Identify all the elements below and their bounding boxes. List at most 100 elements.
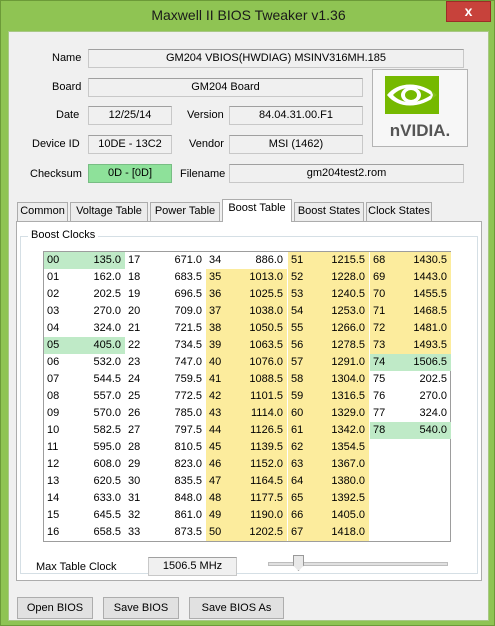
boost-clock-value-cell[interactable]: 823.0 [154, 456, 206, 473]
boost-clock-value-cell[interactable]: 1468.5 [399, 303, 451, 320]
boost-clock-value-cell[interactable]: 270.0 [399, 388, 451, 405]
boost-clock-value-cell[interactable]: 570.0 [73, 405, 125, 422]
boost-clock-value-cell[interactable]: 1114.0 [235, 405, 287, 422]
board-field[interactable]: GM204 Board [88, 78, 363, 97]
boost-clock-value-cell[interactable]: 1101.5 [235, 388, 287, 405]
save-bios-as-button[interactable]: Save BIOS As [189, 597, 284, 619]
boost-clock-value-cell[interactable]: 633.0 [73, 490, 125, 507]
boost-clock-value-cell[interactable]: 1139.5 [235, 439, 287, 456]
boost-clock-value-cell[interactable]: 1088.5 [235, 371, 287, 388]
boost-clock-value-cell[interactable]: 658.5 [73, 524, 125, 541]
vendor-field[interactable]: MSI (1462) [229, 135, 363, 154]
version-field[interactable]: 84.04.31.00.F1 [229, 106, 363, 125]
boost-clock-value-cell[interactable]: 1063.5 [235, 337, 287, 354]
boost-clock-value-cell[interactable]: 683.5 [154, 269, 206, 286]
boost-clock-value-cell[interactable]: 1354.5 [317, 439, 369, 456]
boost-clock-value-cell[interactable]: 1266.0 [317, 320, 369, 337]
boost-clock-value-cell[interactable]: 734.5 [154, 337, 206, 354]
boost-clock-value-cell[interactable]: 1405.0 [317, 507, 369, 524]
boost-clock-value-cell[interactable]: 1304.0 [317, 371, 369, 388]
boost-clock-value-cell[interactable]: 696.5 [154, 286, 206, 303]
boost-clock-value-cell[interactable]: 747.0 [154, 354, 206, 371]
tab-clock-states[interactable]: Clock States [366, 202, 432, 221]
boost-clock-value-cell[interactable]: 1418.0 [317, 524, 369, 541]
boost-clock-value-cell[interactable]: 270.0 [73, 303, 125, 320]
boost-clock-value-cell[interactable]: 202.5 [73, 286, 125, 303]
boost-clock-value-cell[interactable]: 645.5 [73, 507, 125, 524]
boost-clock-value-cell[interactable]: 1291.0 [317, 354, 369, 371]
boost-clock-value-cell[interactable]: 1228.0 [317, 269, 369, 286]
checksum-field[interactable]: 0D - [0D] [88, 164, 172, 183]
boost-clock-value-cell[interactable]: 162.0 [73, 269, 125, 286]
boost-clock-value-cell[interactable]: 797.5 [154, 422, 206, 439]
boost-clock-value-cell[interactable]: 671.0 [154, 252, 206, 269]
boost-clock-grid[interactable]: 00 135.0 01 162.0 02 202.5 03 270.0 04 324.0 05 405… [43, 251, 451, 542]
slider-thumb[interactable] [293, 555, 304, 571]
boost-clock-value-cell[interactable]: 1152.0 [235, 456, 287, 473]
tab-power-table[interactable]: Power Table [150, 202, 220, 221]
filename-field[interactable]: gm204test2.rom [229, 164, 464, 183]
boost-clock-value-cell[interactable]: 1126.5 [235, 422, 287, 439]
close-button[interactable]: x [446, 1, 491, 22]
boost-clock-value-cell[interactable]: 557.0 [73, 388, 125, 405]
boost-clock-value-cell[interactable]: 759.5 [154, 371, 206, 388]
boost-clock-value-cell[interactable]: 785.0 [154, 405, 206, 422]
boost-clock-value-cell[interactable]: 1190.0 [235, 507, 287, 524]
boost-clock-value-cell[interactable]: 405.0 [73, 337, 125, 354]
boost-clock-value-cell[interactable]: 135.0 [73, 252, 125, 269]
boost-clock-value-cell[interactable]: 595.0 [73, 439, 125, 456]
boost-clock-value-cell[interactable]: 1443.0 [399, 269, 451, 286]
boost-clock-value-cell[interactable]: 540.0 [399, 422, 451, 439]
boost-clock-value-cell[interactable]: 1202.5 [235, 524, 287, 541]
boost-clock-value-cell[interactable]: 873.5 [154, 524, 206, 541]
boost-clock-value-cell[interactable]: 1076.0 [235, 354, 287, 371]
boost-clock-value-cell[interactable]: 1380.0 [317, 473, 369, 490]
boost-clock-value-cell[interactable]: 1164.5 [235, 473, 287, 490]
tab-boost-states[interactable]: Boost States [294, 202, 364, 221]
name-field[interactable]: GM204 VBIOS(HWDIAG) MSINV316MH.185 [88, 49, 464, 68]
boost-clock-value-cell[interactable]: 848.0 [154, 490, 206, 507]
boost-clock-value-cell[interactable]: 1025.5 [235, 286, 287, 303]
boost-clock-value-cell[interactable]: 324.0 [399, 405, 451, 422]
boost-clock-value-cell[interactable]: 1329.0 [317, 405, 369, 422]
boost-clock-value-cell[interactable]: 608.0 [73, 456, 125, 473]
boost-clock-value-cell[interactable]: 1342.0 [317, 422, 369, 439]
max-clock-slider[interactable] [268, 555, 448, 573]
tab-voltage-table[interactable]: Voltage Table [70, 202, 148, 221]
boost-clock-value-cell[interactable]: 886.0 [235, 252, 287, 269]
boost-clock-value-cell[interactable]: 202.5 [399, 371, 451, 388]
boost-clock-value-cell[interactable]: 1316.5 [317, 388, 369, 405]
tab-common[interactable]: Common [17, 202, 68, 221]
boost-clock-value-cell[interactable]: 1215.5 [317, 252, 369, 269]
open-bios-button[interactable]: Open BIOS [17, 597, 93, 619]
boost-clock-value-cell[interactable]: 1013.0 [235, 269, 287, 286]
boost-clock-value-cell[interactable]: 1240.5 [317, 286, 369, 303]
boost-clock-value-cell[interactable]: 861.0 [154, 507, 206, 524]
boost-clock-value-cell[interactable]: 1050.5 [235, 320, 287, 337]
boost-clock-value-cell[interactable]: 1278.5 [317, 337, 369, 354]
boost-clock-value-cell[interactable]: 721.5 [154, 320, 206, 337]
boost-clock-value-cell[interactable]: 532.0 [73, 354, 125, 371]
boost-clock-value-cell[interactable]: 1493.5 [399, 337, 451, 354]
boost-clock-value-cell[interactable]: 1177.5 [235, 490, 287, 507]
boost-clock-value-cell[interactable]: 1481.0 [399, 320, 451, 337]
boost-clock-value-cell[interactable]: 1506.5 [399, 354, 451, 371]
boost-clock-value-cell[interactable]: 1430.5 [399, 252, 451, 269]
boost-clock-value-cell[interactable]: 835.5 [154, 473, 206, 490]
boost-clock-value-cell[interactable]: 582.5 [73, 422, 125, 439]
boost-clock-value-cell[interactable]: 1367.0 [317, 456, 369, 473]
tab-boost-table[interactable]: Boost Table [222, 199, 292, 222]
device-id-field[interactable]: 10DE - 13C2 [88, 135, 172, 154]
boost-clock-value-cell[interactable]: 1455.5 [399, 286, 451, 303]
boost-clock-value-cell[interactable]: 1253.0 [317, 303, 369, 320]
save-bios-button[interactable]: Save BIOS [103, 597, 179, 619]
boost-clock-value-cell[interactable]: 709.0 [154, 303, 206, 320]
boost-clock-value-cell[interactable]: 544.5 [73, 371, 125, 388]
boost-clock-value-cell[interactable]: 324.0 [73, 320, 125, 337]
boost-clock-value-cell[interactable]: 810.5 [154, 439, 206, 456]
boost-clock-value-cell[interactable]: 620.5 [73, 473, 125, 490]
boost-clock-value-cell[interactable]: 1038.0 [235, 303, 287, 320]
boost-clock-value-cell[interactable]: 1392.5 [317, 490, 369, 507]
date-field[interactable]: 12/25/14 [88, 106, 172, 125]
title-bar[interactable]: Maxwell II BIOS Tweaker v1.36 x [1, 1, 495, 31]
